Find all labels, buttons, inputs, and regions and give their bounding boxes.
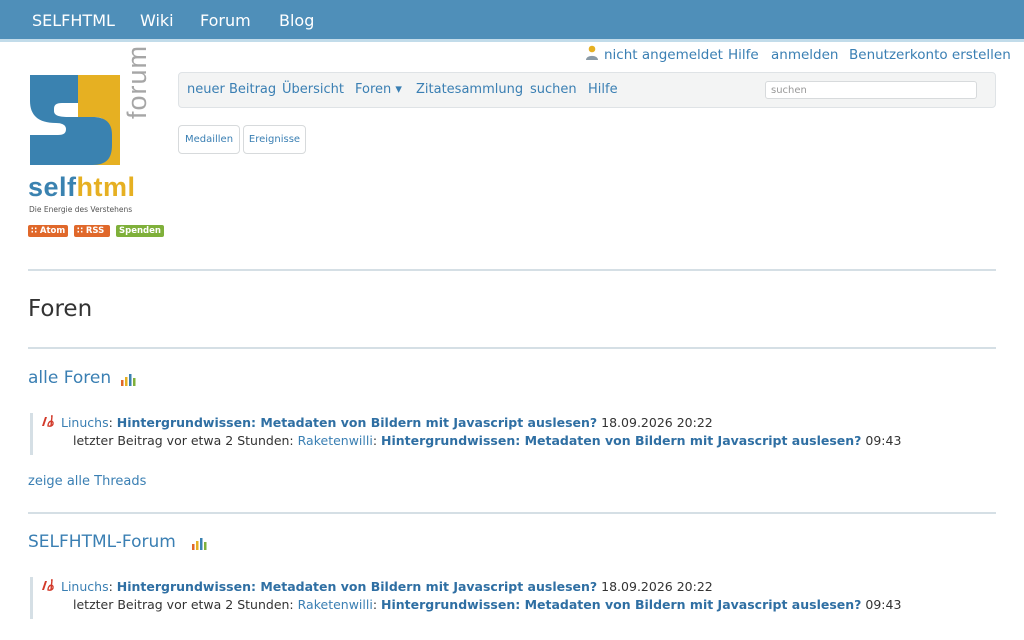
stats-icon[interactable] — [191, 536, 209, 550]
selfhtml-forum-logo[interactable]: forum selfhtml Die Energie des Verstehen… — [28, 45, 168, 223]
last-post-time: 09:43 — [865, 433, 902, 448]
last-post-subject[interactable]: Hintergrundwissen: Metadaten von Bildern… — [381, 433, 861, 448]
forum-navigation: neuer Beitrag Übersicht Foren ▾ Zitatesa… — [178, 72, 996, 108]
thread-entry: Linuchs: Hintergrundwissen: Metadaten vo… — [30, 577, 901, 619]
nav-search[interactable]: suchen — [530, 82, 577, 97]
divider — [28, 269, 996, 271]
donate-badge[interactable]: Spenden — [116, 225, 164, 237]
logo-tagline: Die Energie des Verstehens — [29, 205, 133, 214]
nav-quotes[interactable]: Zitatesammlung — [416, 82, 523, 97]
pen-icon — [42, 415, 54, 427]
last-post-author[interactable]: Raketenwilli — [298, 597, 373, 612]
thread-first-line: Linuchs: Hintergrundwissen: Metadaten vo… — [61, 579, 713, 594]
thread-date: 18.09.2026 20:22 — [601, 415, 713, 430]
last-post-author[interactable]: Raketenwilli — [298, 433, 373, 448]
show-all-threads-link[interactable]: zeige alle Threads — [28, 474, 146, 489]
search-input[interactable] — [765, 81, 977, 99]
last-post-prefix: letzter Beitrag vor etwa 2 Stunden: — [73, 597, 294, 612]
thread-author[interactable]: Linuchs — [61, 415, 109, 430]
help-link[interactable]: Hilfe — [728, 47, 759, 63]
nav-help[interactable]: Hilfe — [588, 82, 618, 97]
wordmark-self: self — [28, 172, 77, 202]
topnav-wiki[interactable]: Wiki — [140, 11, 174, 30]
atom-label: Atom — [39, 226, 66, 236]
atom-feed-badge[interactable]: ∷ Atom — [28, 225, 68, 237]
topnav-selfhtml[interactable]: SELFHTML — [32, 11, 115, 30]
register-link[interactable]: Benutzerkonto erstellen — [849, 47, 1011, 63]
login-status: nicht angemeldet — [604, 47, 723, 63]
logo-wordmark: selfhtml — [28, 172, 136, 203]
rss-feed-badge[interactable]: ∷ RSS — [74, 225, 110, 237]
divider — [28, 347, 996, 349]
rss-icon: ∷ — [77, 226, 83, 236]
last-post-prefix: letzter Beitrag vor etwa 2 Stunden: — [73, 433, 294, 448]
last-post-time: 09:43 — [865, 597, 902, 612]
topnav-forum[interactable]: Forum — [200, 11, 251, 30]
page-title: Foren — [28, 296, 93, 322]
thread-subject[interactable]: Hintergrundwissen: Metadaten von Bildern… — [117, 579, 597, 594]
events-button[interactable]: Ereignisse — [243, 125, 306, 154]
thread-last-post-line: letzter Beitrag vor etwa 2 Stunden: Rake… — [73, 433, 902, 448]
forum-title-selfhtml[interactable]: SELFHTML-Forum — [28, 532, 176, 552]
nav-new-post[interactable]: neuer Beitrag — [187, 82, 276, 97]
thread-first-line: Linuchs: Hintergrundwissen: Metadaten vo… — [61, 415, 713, 430]
last-post-subject[interactable]: Hintergrundwissen: Metadaten von Bildern… — [381, 597, 861, 612]
rss-icon: ∷ — [31, 226, 37, 236]
rss-label: RSS — [85, 226, 105, 236]
nav-forums-dropdown[interactable]: Foren ▾ — [355, 82, 402, 97]
divider — [28, 512, 996, 514]
thread-author[interactable]: Linuchs — [61, 579, 109, 594]
wordmark-html: html — [76, 172, 136, 202]
top-navigation-bar: SELFHTML Wiki Forum Blog — [0, 0, 1024, 42]
thread-last-post-line: letzter Beitrag vor etwa 2 Stunden: Rake… — [73, 597, 902, 612]
topnav-blog[interactable]: Blog — [279, 11, 314, 30]
user-icon — [586, 45, 598, 60]
pen-icon — [42, 579, 54, 591]
nav-overview[interactable]: Übersicht — [282, 82, 344, 97]
login-link[interactable]: anmelden — [771, 47, 838, 63]
thread-date: 18.09.2026 20:22 — [601, 579, 713, 594]
thread-subject[interactable]: Hintergrundwissen: Metadaten von Bildern… — [117, 415, 597, 430]
forum-title-all[interactable]: alle Foren — [28, 368, 111, 388]
stats-icon[interactable] — [120, 372, 138, 386]
thread-entry: Linuchs: Hintergrundwissen: Metadaten vo… — [30, 413, 901, 455]
medals-button[interactable]: Medaillen — [178, 125, 240, 154]
